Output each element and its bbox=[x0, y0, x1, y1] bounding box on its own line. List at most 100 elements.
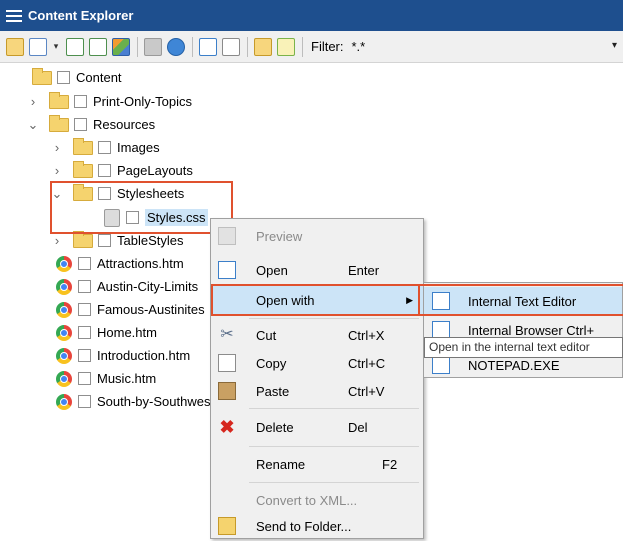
checkbox[interactable] bbox=[78, 303, 91, 316]
tree-item[interactable]: › Images bbox=[51, 136, 160, 159]
folder-icon[interactable] bbox=[6, 37, 24, 56]
tooltip: Open in the internal text editor bbox=[424, 337, 623, 358]
menu-item-preview[interactable]: Preview bbox=[211, 221, 423, 251]
tree-item[interactable]: Introduction.htm bbox=[56, 344, 190, 367]
filter-dropdown-arrow-icon[interactable]: ▾ bbox=[612, 40, 617, 51]
filter-label: Filter: bbox=[311, 39, 344, 54]
chevron-right-icon[interactable]: › bbox=[27, 94, 39, 109]
tree-item[interactable]: ⌄ Resources bbox=[27, 113, 155, 136]
internal-text-editor-highlight bbox=[418, 284, 623, 316]
toolbar-separator bbox=[137, 36, 138, 57]
chevron-right-icon[interactable]: › bbox=[51, 233, 63, 248]
tree-item-label: TableStyles bbox=[117, 233, 184, 248]
menu-item-label: Convert to XML... bbox=[256, 492, 358, 508]
delete-icon: ✖ bbox=[219, 417, 235, 437]
checkbox[interactable] bbox=[78, 280, 91, 293]
menu-item-shortcut: Enter bbox=[348, 262, 380, 278]
folder-icon bbox=[73, 230, 93, 248]
new-file-icon[interactable] bbox=[277, 37, 295, 56]
menu-item-label: Open bbox=[256, 262, 288, 278]
checkbox[interactable] bbox=[78, 349, 91, 362]
chevron-right-icon[interactable]: › bbox=[51, 163, 63, 178]
menu-item-shortcut: Del bbox=[348, 419, 368, 435]
menu-separator bbox=[249, 482, 419, 483]
chevron-right-icon[interactable]: › bbox=[51, 140, 63, 155]
menu-item-rename[interactable]: Rename F2 bbox=[211, 449, 423, 479]
checkbox[interactable] bbox=[78, 257, 91, 270]
checkbox[interactable] bbox=[98, 141, 111, 154]
tree-item-label: Resources bbox=[93, 117, 156, 132]
send-to-folder-icon bbox=[218, 517, 236, 535]
checkbox[interactable] bbox=[74, 95, 87, 108]
color-view-icon[interactable] bbox=[112, 37, 130, 56]
tree-item[interactable]: South-by-Southwest bbox=[56, 390, 214, 413]
open-with-highlight bbox=[211, 284, 426, 316]
chevron-down-icon[interactable]: ⌄ bbox=[27, 117, 39, 133]
notepad-icon bbox=[432, 356, 450, 374]
tree-item[interactable]: › PageLayouts bbox=[51, 159, 193, 182]
tree-item-label: Content bbox=[76, 70, 122, 85]
collapse-all-icon[interactable] bbox=[89, 37, 107, 56]
folder-icon bbox=[73, 160, 93, 178]
preview-icon bbox=[218, 227, 236, 245]
menu-item-delete[interactable]: ✖ Delete Del bbox=[211, 412, 423, 442]
tree-item-label: Famous-Austinites bbox=[97, 302, 205, 317]
tree-item[interactable]: Austin-City-Limits bbox=[56, 275, 198, 298]
menu-item-shortcut: Ctrl+C bbox=[348, 355, 386, 371]
folder-open-icon bbox=[49, 114, 69, 132]
menu-item-shortcut: Ctrl+X bbox=[348, 327, 385, 343]
menu-icon[interactable] bbox=[6, 9, 22, 22]
new-folder-icon[interactable] bbox=[254, 37, 272, 56]
tree-item[interactable]: Famous-Austinites bbox=[56, 298, 205, 321]
checkbox[interactable] bbox=[78, 395, 91, 408]
copy-icon bbox=[218, 354, 236, 372]
menu-item-shortcut: F2 bbox=[382, 456, 398, 472]
expand-all-icon[interactable] bbox=[66, 37, 84, 56]
toolbar-separator bbox=[192, 36, 193, 57]
checkbox[interactable] bbox=[74, 118, 87, 131]
view-dropdown-arrow-icon[interactable]: ▾ bbox=[52, 41, 60, 52]
checkbox[interactable] bbox=[57, 71, 70, 84]
menu-item-label: Send to Folder... bbox=[256, 518, 352, 534]
open-file-icon[interactable] bbox=[199, 37, 217, 56]
chrome-file-icon bbox=[56, 255, 72, 272]
tree-item[interactable]: › Print-Only-Topics bbox=[27, 90, 192, 113]
tree-item[interactable]: Home.htm bbox=[56, 321, 157, 344]
tree-item-label: South-by-Southwest bbox=[97, 394, 215, 409]
preview-icon[interactable] bbox=[222, 37, 240, 56]
menu-item-label: Preview bbox=[256, 228, 303, 244]
menu-separator bbox=[249, 446, 419, 447]
bind-icon[interactable] bbox=[144, 37, 162, 56]
checkbox[interactable] bbox=[78, 326, 91, 339]
view-icon[interactable] bbox=[29, 37, 47, 56]
submenu-item-label: NOTEPAD.EXE bbox=[468, 357, 560, 373]
tree-root-content[interactable]: Content bbox=[32, 66, 122, 89]
menu-item-copy[interactable]: Copy Ctrl+C bbox=[211, 348, 423, 378]
tree-item[interactable]: Music.htm bbox=[56, 367, 156, 390]
menu-item-label: Rename bbox=[256, 456, 306, 472]
menu-item-open[interactable]: Open Enter bbox=[211, 255, 423, 285]
chrome-file-icon bbox=[56, 324, 72, 341]
tree-item-label: Austin-City-Limits bbox=[97, 279, 199, 294]
tree-item-label: Music.htm bbox=[97, 371, 157, 386]
chrome-file-icon bbox=[56, 278, 72, 295]
checkbox[interactable] bbox=[98, 234, 111, 247]
folder-icon bbox=[73, 137, 93, 155]
toolbar-separator bbox=[247, 36, 248, 57]
chrome-file-icon bbox=[56, 301, 72, 318]
context-menu: Preview Open Enter Open with ▶ ✂ Cut Ctr… bbox=[210, 218, 424, 539]
menu-item-paste[interactable]: Paste Ctrl+V bbox=[211, 376, 423, 406]
submenu-item-label: Internal Browser Ctrl+ bbox=[468, 322, 595, 338]
menu-item-send-to-folder[interactable]: Send to Folder... bbox=[211, 511, 423, 541]
filter-input[interactable]: *.* bbox=[352, 39, 366, 54]
menu-separator bbox=[249, 408, 419, 409]
folder-icon bbox=[49, 91, 69, 109]
tree-item[interactable]: Attractions.htm bbox=[56, 252, 184, 275]
checkbox[interactable] bbox=[78, 372, 91, 385]
tree-item-label: Print-Only-Topics bbox=[93, 94, 192, 109]
scissors-icon: ✂ bbox=[220, 326, 234, 343]
menu-item-cut[interactable]: ✂ Cut Ctrl+X bbox=[211, 320, 423, 350]
checkbox[interactable] bbox=[98, 164, 111, 177]
window-title: Content Explorer bbox=[28, 8, 134, 23]
refresh-icon[interactable] bbox=[167, 37, 185, 56]
